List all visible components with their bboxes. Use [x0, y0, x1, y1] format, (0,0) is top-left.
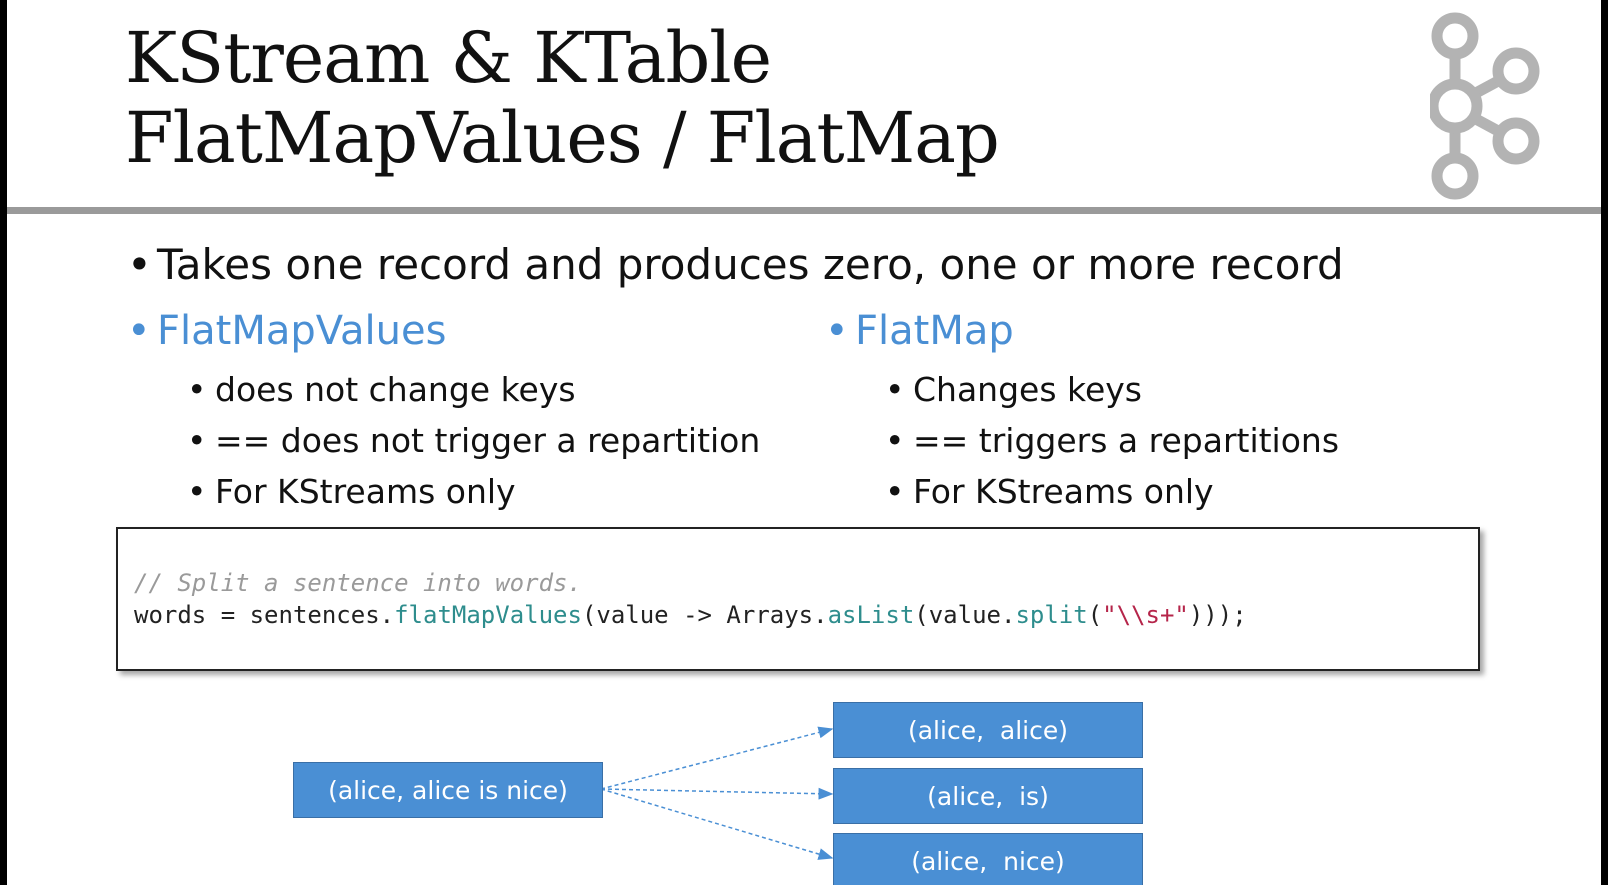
diagram-arrows [600, 726, 834, 860]
arrow-to-output-1 [600, 726, 834, 790]
output-record-box: (alice, is) [833, 768, 1143, 824]
output-record-box: (alice, nice) [833, 833, 1143, 885]
source-record-box: (alice, alice is nice) [293, 762, 603, 818]
arrow-to-output-2 [600, 787, 834, 800]
output-record-box: (alice, alice) [833, 702, 1143, 758]
arrow-to-output-3 [600, 788, 834, 860]
slide: KStream & KTable FlatMapValues / FlatMap… [7, 0, 1601, 885]
